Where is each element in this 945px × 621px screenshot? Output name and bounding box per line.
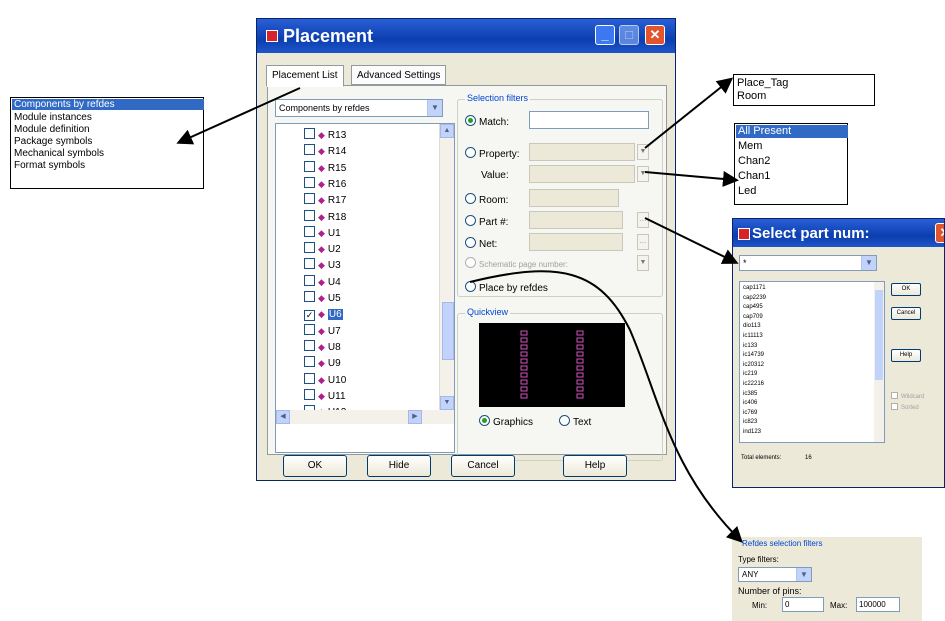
arrow-property [644, 77, 734, 149]
tab-placement-list[interactable]: Placement List [266, 65, 344, 87]
arrow-refdes [469, 270, 743, 543]
arrow-components [176, 87, 301, 145]
callout-arrows [176, 77, 743, 543]
arrow-part [644, 217, 739, 264]
arrow-value [644, 170, 739, 187]
